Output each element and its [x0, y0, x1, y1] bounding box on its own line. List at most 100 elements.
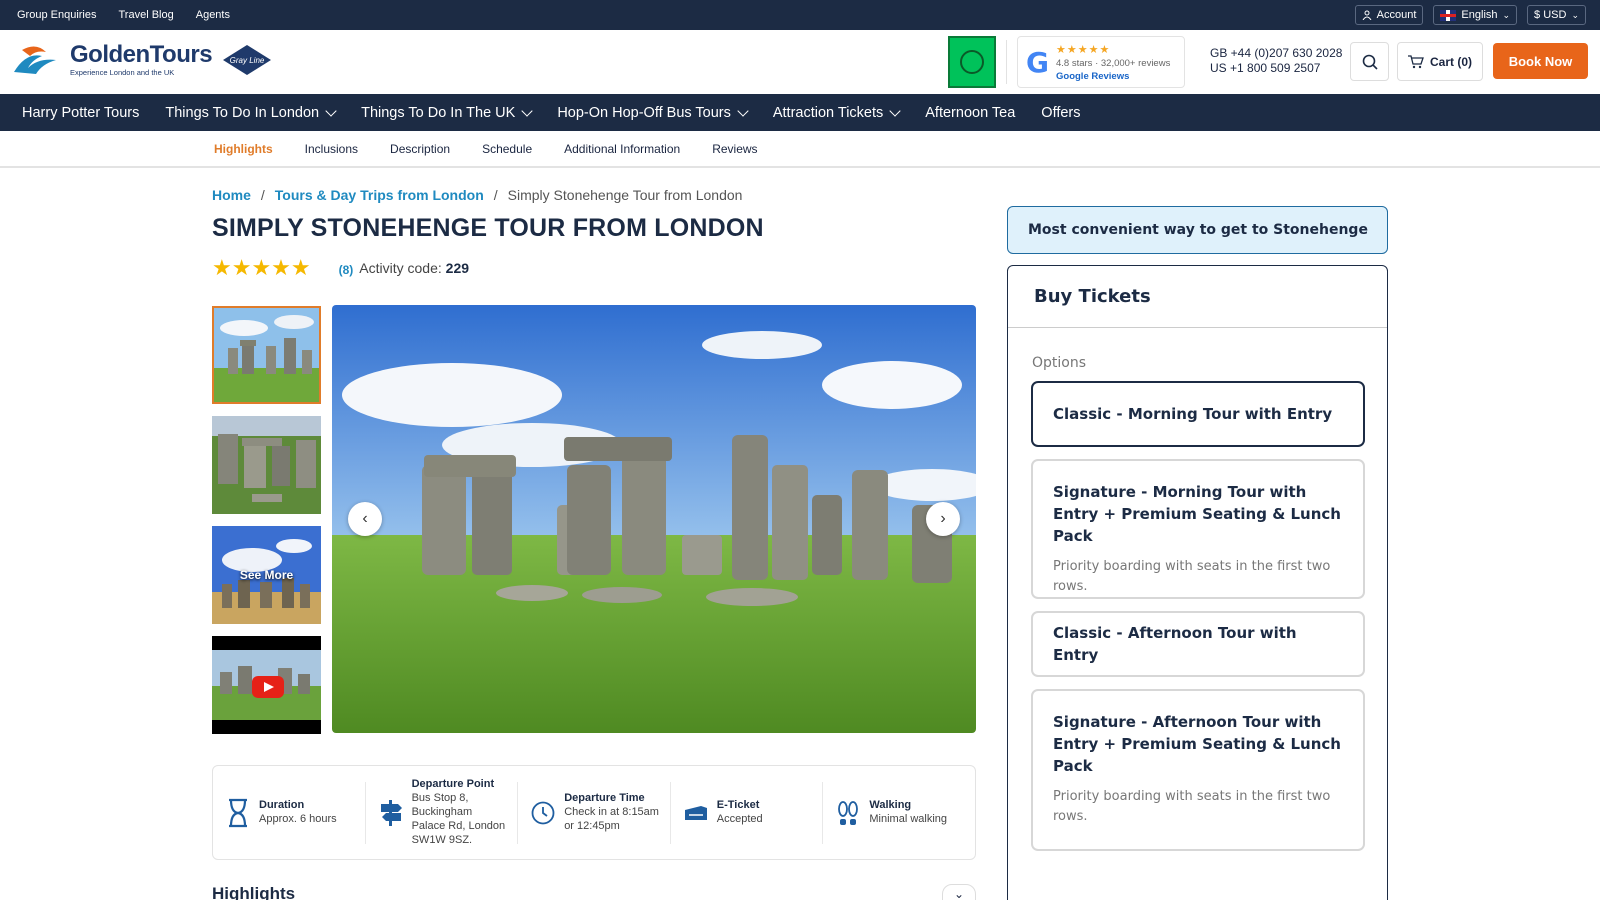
logo-tagline: Experience London and the UK	[70, 68, 175, 78]
gallery-thumb-1[interactable]	[212, 306, 321, 404]
tab-description[interactable]: Description	[390, 142, 450, 156]
tab-additional-information[interactable]: Additional Information	[564, 142, 680, 156]
option-name: Classic - Morning Tour with Entry	[1053, 405, 1333, 423]
nav-item-hop-on-hop-off-bus-tours[interactable]: Hop-On Hop-Off Bus Tours	[557, 104, 749, 121]
info-title: Duration	[259, 799, 305, 811]
info-title: E-Ticket	[716, 799, 760, 811]
product-rating: ★★★★★ (8) Activity code: 229	[212, 255, 469, 281]
book-now-button[interactable]: Book Now	[1493, 43, 1588, 79]
phone-us[interactable]: US +1 800 509 2507	[1210, 61, 1342, 76]
phone-gb[interactable]: GB +44 (0)207 630 2028	[1210, 46, 1342, 61]
breadcrumb-category[interactable]: Tours & Day Trips from London	[275, 187, 484, 203]
info-title: Departure Point	[411, 778, 495, 790]
gallery-prev-button[interactable]: ‹	[348, 502, 382, 536]
nav-item-label: Hop-On Hop-Off Bus Tours	[557, 104, 731, 121]
gallery-thumb-3[interactable]: See More	[212, 526, 321, 624]
option-classic-afternoon[interactable]: Classic - Afternoon Tour with Entry	[1031, 611, 1365, 677]
google-reviews-widget[interactable]: G ★★★★★ 4.8 stars · 32,000+ reviews Goog…	[1017, 36, 1185, 88]
option-classic-morning[interactable]: Classic - Morning Tour with Entry	[1031, 381, 1365, 447]
tab-inclusions[interactable]: Inclusions	[305, 142, 358, 156]
info-value: Minimal walking	[869, 813, 948, 825]
link-agents[interactable]: Agents	[196, 9, 230, 21]
main-gallery-image: ‹ ›	[332, 305, 976, 733]
info-value: Bus Stop 8, Buckingham Palace Rd, London…	[411, 792, 506, 846]
nav-item-label: Offers	[1041, 104, 1081, 121]
nav-item-label: Afternoon Tea	[925, 104, 1016, 121]
nav-item-afternoon-tea[interactable]: Afternoon Tea	[925, 105, 1015, 121]
info-walking: Walking Minimal walking	[823, 782, 975, 844]
phone-numbers: GB +44 (0)207 630 2028 US +1 800 509 250…	[1210, 46, 1342, 76]
clock-icon	[531, 801, 555, 824]
google-reviews-link[interactable]: Google Reviews	[1056, 71, 1170, 82]
nav-item-attraction-tickets[interactable]: Attraction Tickets	[772, 104, 901, 121]
nav-item-offers[interactable]: Offers	[1041, 105, 1080, 121]
nav-item-things-to-do-in-london[interactable]: Things To Do In London	[165, 104, 337, 121]
site-logo[interactable]: GoldenTours Experience London and the UK…	[12, 42, 272, 78]
logo-name: GoldenTours	[70, 41, 213, 69]
youtube-play-icon	[252, 676, 284, 698]
option-name: Signature - Morning Tour with Entry + Pr…	[1053, 483, 1341, 545]
nav-item-harry-potter-tours[interactable]: Harry Potter Tours	[22, 105, 139, 121]
info-value: Check in at 8:15am or 12:45pm	[564, 806, 659, 832]
option-signature-morning[interactable]: Signature - Morning Tour with Entry + Pr…	[1031, 459, 1365, 599]
tab-highlights[interactable]: Highlights	[214, 142, 273, 156]
account-button[interactable]: Account	[1354, 5, 1424, 25]
option-name: Classic - Afternoon Tour with Entry	[1053, 624, 1297, 664]
breadcrumb-current: Simply Stonehenge Tour from London	[507, 187, 743, 203]
info-duration: Duration Approx. 6 hours	[213, 781, 366, 844]
hourglass-icon	[229, 798, 247, 827]
activity-code-value: 229	[445, 260, 470, 276]
highlights-toggle-button[interactable]: ⌄	[942, 884, 976, 900]
options-label: Options	[1032, 355, 1087, 371]
owl-icon	[960, 50, 984, 74]
breadcrumb-home[interactable]: Home	[212, 187, 251, 203]
stonehenge-thumb-image	[214, 308, 319, 402]
header-divider	[1006, 40, 1007, 84]
google-stars: ★★★★★	[1056, 43, 1111, 56]
tab-schedule[interactable]: Schedule	[482, 142, 532, 156]
uk-flag-icon	[1440, 9, 1457, 21]
signpost-icon	[380, 799, 402, 826]
review-count-link[interactable]: (8)	[339, 263, 354, 277]
account-label: Account	[1376, 9, 1417, 21]
language-select[interactable]: English ⌄	[1433, 5, 1518, 25]
highlights-heading: Highlights	[212, 884, 296, 900]
link-travel-blog[interactable]: Travel Blog	[119, 9, 174, 21]
language-label: English	[1461, 9, 1498, 21]
nav-item-label: Attraction Tickets	[772, 104, 884, 121]
option-description: Priority boarding with seats in the firs…	[1053, 559, 1331, 594]
search-icon	[1362, 54, 1378, 70]
tab-reviews[interactable]: Reviews	[712, 142, 757, 156]
option-name: Signature - Afternoon Tour with Entry + …	[1053, 713, 1341, 775]
user-icon	[1362, 10, 1372, 20]
info-value: Approx. 6 hours	[259, 813, 337, 825]
stonehenge-hero-image	[332, 305, 976, 733]
breadcrumb-separator: /	[493, 187, 498, 203]
activity-code: Activity code: 229	[359, 260, 469, 276]
cart-label: Cart (0)	[1429, 54, 1472, 69]
chevron-right-icon: ›	[940, 510, 946, 527]
info-departure-time: Departure Time Check in at 8:15am or 12:4…	[518, 781, 671, 844]
option-signature-afternoon[interactable]: Signature - Afternoon Tour with Entry + …	[1031, 689, 1365, 851]
cart-icon	[1407, 54, 1424, 68]
link-group-enquiries[interactable]: Group Enquiries	[17, 9, 97, 21]
utility-bar: Group Enquiries Travel Blog Agents Accou…	[0, 0, 1600, 30]
google-icon: G	[1026, 45, 1049, 79]
chevron-down-icon	[325, 104, 337, 117]
gallery-thumb-2[interactable]	[212, 416, 321, 514]
cart-button[interactable]: Cart (0)	[1397, 42, 1483, 81]
currency-label: $ USD	[1534, 9, 1567, 21]
stonehenge-closeup-image	[212, 416, 321, 514]
chevron-down-icon: ⌄	[1571, 9, 1579, 20]
see-more-label: See More	[239, 568, 294, 582]
breadcrumb-separator: /	[260, 187, 265, 203]
buy-tickets-heading: Buy Tickets	[1008, 266, 1387, 328]
partner-logo-text: Gray Line	[230, 56, 265, 65]
currency-select[interactable]: $ USD ⌄	[1527, 5, 1586, 25]
ticket-icon	[684, 805, 707, 820]
gallery-next-button[interactable]: ›	[926, 502, 960, 536]
nav-item-things-to-do-in-the-uk[interactable]: Things To Do In The UK	[361, 105, 533, 121]
search-button[interactable]	[1350, 42, 1389, 81]
gallery-video-thumb[interactable]	[212, 636, 321, 734]
tripadvisor-badge[interactable]	[948, 36, 996, 88]
